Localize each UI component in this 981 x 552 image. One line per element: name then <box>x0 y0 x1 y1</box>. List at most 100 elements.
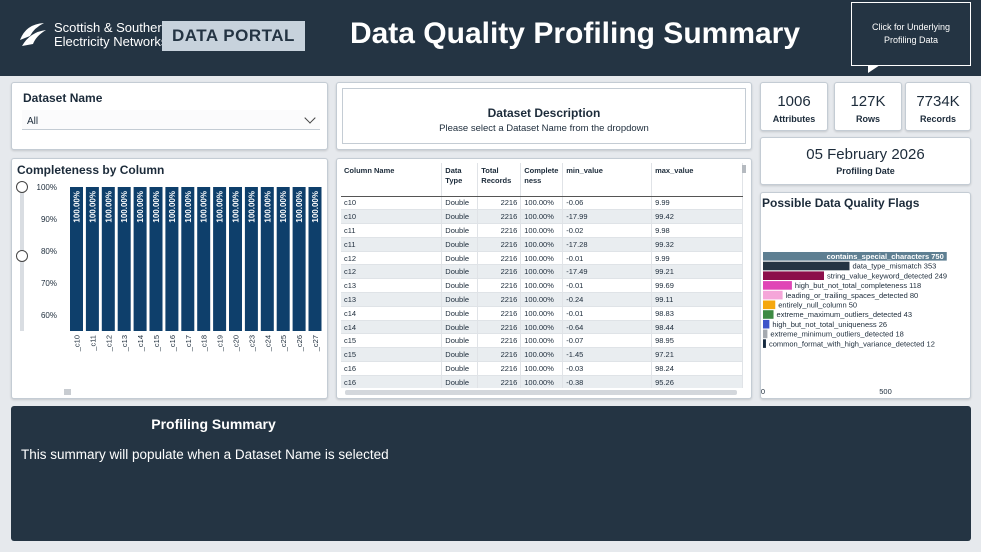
table-vertical-scrollbar[interactable] <box>742 165 746 173</box>
logo-line1: Scottish & Southern <box>54 20 169 35</box>
flag-bar-label: leading_or_trailing_spaces_detected 80 <box>786 291 919 300</box>
table-row[interactable]: c13 Double 2216 100.00% -0.24 99.11 <box>341 292 743 307</box>
table-cell: 2216 <box>477 264 522 280</box>
table-row[interactable]: c11 Double 2216 100.00% -0.02 9.98 <box>341 223 743 238</box>
table-horizontal-scrollbar[interactable] <box>345 390 737 395</box>
table-cell: -0.01 <box>562 278 653 294</box>
table-cell: 100.00% <box>520 251 564 266</box>
header-data-type[interactable]: Data Type <box>441 163 479 197</box>
table-row[interactable]: c12 Double 2216 100.00% -17.49 99.21 <box>341 264 743 280</box>
flag-bar <box>763 329 768 339</box>
table-row[interactable]: c12 Double 2216 100.00% -0.01 9.99 <box>341 251 743 266</box>
kpi-attributes: 1006 Attributes <box>760 82 828 131</box>
table-cell: Double <box>441 196 479 211</box>
table-cell: 95.26 <box>651 375 743 388</box>
table-cell: c13 <box>341 278 443 294</box>
flag-bar <box>763 319 770 329</box>
page-title: Data Quality Profiling Summary <box>349 17 801 50</box>
table-cell: Double <box>441 223 479 238</box>
table-cell: 2216 <box>477 196 522 211</box>
x-category-label: _c17 <box>184 335 193 352</box>
table-row[interactable]: c15 Double 2216 100.00% -0.07 98.95 <box>341 333 743 349</box>
y-tick-label: 100% <box>37 183 57 192</box>
chart-scrollbar[interactable] <box>64 389 71 395</box>
bar-data-label: 100.00% <box>200 191 209 223</box>
table-cell: 100.00% <box>520 306 564 321</box>
table-cell: 100.00% <box>520 209 564 225</box>
x-category-label: _c23 <box>247 335 256 352</box>
flag-bar-label: extreme_minimum_outliers_detected 18 <box>770 330 903 339</box>
table-row[interactable]: c16 Double 2216 100.00% -0.03 98.24 <box>341 361 743 376</box>
table-cell: c12 <box>341 251 443 266</box>
bar-data-label: 100.00% <box>168 191 177 223</box>
column-profile-table-card: Column Name Data Type Total Records Comp… <box>336 158 752 399</box>
table-row[interactable]: c16 Double 2216 100.00% -0.38 95.26 <box>341 375 743 388</box>
table-row[interactable]: c15 Double 2216 100.00% -1.45 97.21 <box>341 347 743 363</box>
table-cell: 100.00% <box>520 223 564 238</box>
table-cell: 100.00% <box>520 196 564 211</box>
table-cell: 100.00% <box>520 347 564 363</box>
table-cell: 100.00% <box>520 292 564 307</box>
table-cell: c15 <box>341 347 443 363</box>
data-portal-badge: DATA PORTAL <box>162 21 305 51</box>
table-row[interactable]: c14 Double 2216 100.00% -0.01 98.83 <box>341 306 743 321</box>
table-cell: -0.24 <box>562 292 653 307</box>
table-cell: 100.00% <box>520 375 564 388</box>
description-title: Dataset Description <box>487 106 601 120</box>
table-row[interactable]: c10 Double 2216 100.00% -0.06 9.99 <box>341 196 743 211</box>
x-category-label: _c16 <box>168 335 177 352</box>
table-cell: 2216 <box>477 223 522 238</box>
table-cell: 100.00% <box>520 361 564 376</box>
ssen-logo-icon <box>20 23 46 46</box>
bar-data-label: 100.00% <box>216 191 225 223</box>
table-cell: c16 <box>341 361 443 376</box>
table-cell: c14 <box>341 306 443 321</box>
flag-bar-label: contains_special_characters 750 <box>827 252 944 261</box>
table-cell: Double <box>441 320 479 335</box>
header-total-records[interactable]: Total Records <box>477 163 522 197</box>
table-cell: 100.00% <box>520 237 564 252</box>
table-cell: 99.69 <box>651 278 743 294</box>
underlying-data-button[interactable]: Click for Underlying Profiling Data <box>851 2 971 73</box>
table-cell: Double <box>441 237 479 252</box>
table-cell: Double <box>441 292 479 307</box>
table-row[interactable]: c14 Double 2216 100.00% -0.64 98.44 <box>341 320 743 335</box>
bar-data-label: 100.00% <box>73 191 82 223</box>
table-row[interactable]: c11 Double 2216 100.00% -17.28 99.32 <box>341 237 743 252</box>
x-category-label: _c10 <box>73 335 82 352</box>
table-cell: 98.95 <box>651 333 743 349</box>
table-cell: 2216 <box>477 320 522 335</box>
bar-data-label: 100.00% <box>311 191 320 223</box>
dataset-name-dropdown[interactable]: All <box>22 110 320 130</box>
company-logo: Scottish & Southern Electricity Networks <box>18 20 169 50</box>
completeness-chart-card: Completeness by Column 60% 70% 80% 90% 100% 1… <box>11 158 328 399</box>
table-cell: 100.00% <box>520 264 564 280</box>
dataset-selected-value: All <box>27 116 39 127</box>
kpi-attributes-label: Attributes <box>772 114 816 124</box>
profiling-date-label: Profiling Date <box>836 166 895 176</box>
table-cell: c13 <box>341 292 443 307</box>
header-column-name[interactable]: Column Name <box>341 163 443 197</box>
kpi-rows-value: 127K <box>850 93 886 110</box>
table-cell: 99.11 <box>651 292 743 307</box>
header-min-value[interactable]: min_value <box>562 163 653 197</box>
table-cell: 9.99 <box>651 196 743 211</box>
table-cell: Double <box>441 278 479 294</box>
table-cell: 2216 <box>477 237 522 252</box>
table-cell: Double <box>441 347 479 363</box>
column-profile-table: Column Name Data Type Total Records Comp… <box>341 163 743 388</box>
flag-bar <box>763 261 850 271</box>
quality-flags-card: Possible Data Quality Flags contains_spe… <box>760 192 971 399</box>
x-category-label: _c19 <box>216 335 225 352</box>
header-completeness[interactable]: Completeness <box>520 163 564 197</box>
table-cell: -0.64 <box>562 320 653 335</box>
table-cell: Double <box>441 264 479 280</box>
table-cell: 2216 <box>477 375 522 388</box>
header-max-value[interactable]: max_value <box>651 163 743 197</box>
table-row[interactable]: c10 Double 2216 100.00% -17.99 99.42 <box>341 209 743 225</box>
bar-data-label: 100.00% <box>152 191 161 223</box>
table-row[interactable]: c13 Double 2216 100.00% -0.01 99.69 <box>341 278 743 294</box>
table-cell: c15 <box>341 333 443 349</box>
table-cell: Double <box>441 333 479 349</box>
table-cell: 2216 <box>477 333 522 349</box>
